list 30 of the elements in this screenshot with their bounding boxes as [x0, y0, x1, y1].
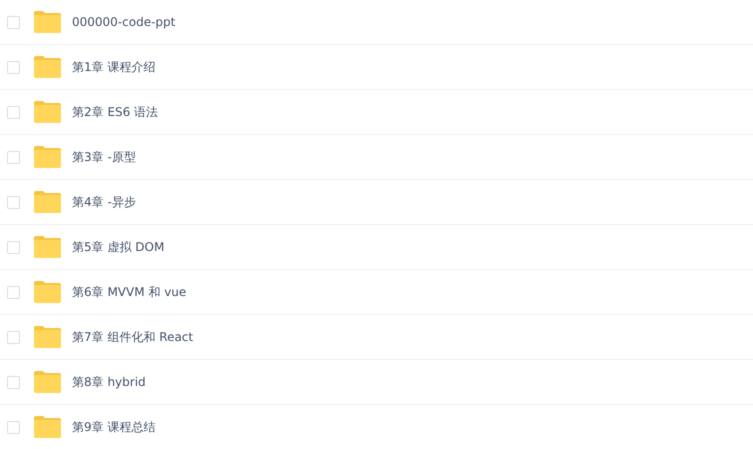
folder-name[interactable]: 第5章 虚拟 DOM [72, 238, 164, 256]
folder-name[interactable]: 第1章 课程介绍 [72, 58, 156, 76]
checkbox[interactable] [7, 376, 20, 388]
checkbox[interactable] [7, 150, 20, 164]
folder-name[interactable]: 第4章 -异步 [72, 194, 136, 210]
checkbox[interactable] [7, 60, 20, 74]
folder-name[interactable]: 第9章 课程总结 [72, 418, 156, 436]
checkbox[interactable] [7, 106, 20, 118]
folder-icon [34, 236, 61, 258]
folder-icon [34, 101, 61, 123]
folder-name[interactable]: 第8章 hybrid [72, 374, 146, 390]
folder-name[interactable]: 第7章 组件化和 React [72, 328, 194, 346]
checkbox[interactable] [7, 286, 20, 298]
checkbox[interactable] [7, 330, 20, 344]
folder-name[interactable]: 第2章 ES6 语法 [72, 104, 158, 120]
folder-name[interactable]: 第3章 -原型 [72, 148, 136, 166]
folder-icon [34, 56, 61, 78]
folder-name[interactable]: 000000-code-ppt [72, 15, 176, 29]
checkbox[interactable] [7, 420, 20, 434]
folder-icon [34, 191, 61, 213]
folder-icon [34, 371, 61, 393]
folder-icon [34, 146, 61, 168]
folder-name[interactable]: 第6章 MVVM 和 vue [72, 284, 186, 300]
folder-icon [34, 326, 61, 348]
folder-icon [34, 11, 61, 33]
folder-icon [34, 416, 61, 438]
checkbox[interactable] [7, 196, 20, 208]
folder-icon [34, 281, 61, 303]
checkbox[interactable] [7, 240, 20, 254]
checkbox[interactable] [7, 16, 20, 28]
